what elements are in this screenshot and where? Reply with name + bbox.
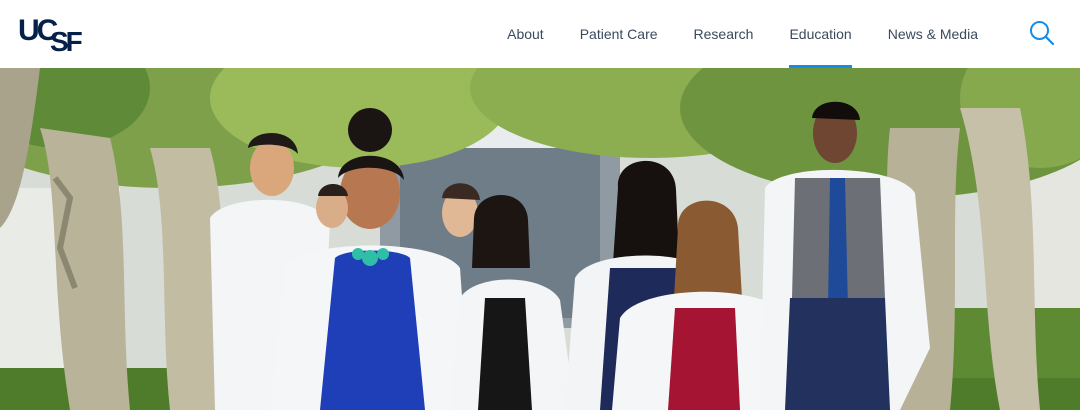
medical-students-walking-photo xyxy=(0,68,1080,410)
hero-image xyxy=(0,68,1080,410)
nav-item-research[interactable]: Research xyxy=(676,0,772,68)
search-button[interactable] xyxy=(1028,19,1056,47)
main-nav: About Patient Care Research Education Ne… xyxy=(489,0,996,68)
nav-item-about[interactable]: About xyxy=(489,0,562,68)
search-icon xyxy=(1030,21,1055,46)
logo-text-sf: SF xyxy=(50,26,83,57)
nav-item-patient-care[interactable]: Patient Care xyxy=(562,0,676,68)
site-header: UC SF About Patient Care Research Educat… xyxy=(0,0,1080,68)
nav-item-education[interactable]: Education xyxy=(771,0,869,68)
ucsf-logo[interactable]: UC SF xyxy=(18,14,88,57)
nav-item-news-media[interactable]: News & Media xyxy=(870,0,996,68)
